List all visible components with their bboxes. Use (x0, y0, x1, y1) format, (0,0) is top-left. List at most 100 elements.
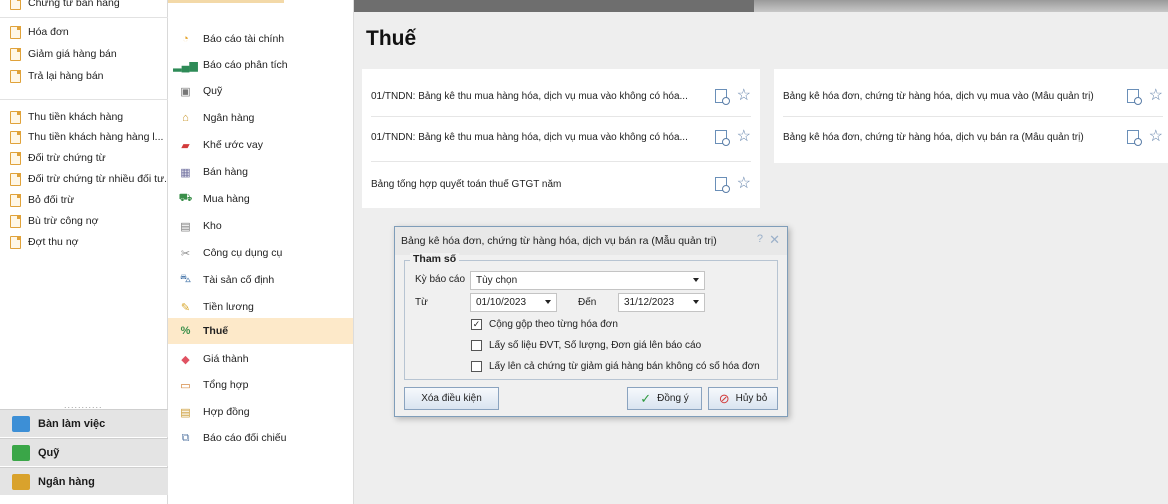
contract-icon: ▤ (180, 406, 191, 419)
to-date-field[interactable]: 31/12/2023 (618, 293, 705, 312)
star-icon[interactable]: ☆ (1149, 129, 1163, 145)
report-row[interactable]: 01/TNDN: Bảng kê thu mua hàng hóa, dịch … (371, 115, 751, 159)
sales-icon: ▦ (180, 166, 191, 179)
list-item[interactable]: Đối trừ chứng từ (10, 149, 166, 167)
list-item[interactable]: Đợt thu nợ (10, 233, 166, 251)
menu-item-loan[interactable]: ▰ Khế ước vay (168, 132, 353, 158)
list-item[interactable]: Thu tiền khách hàng (10, 108, 166, 126)
check-icon: ✓ (640, 390, 652, 406)
bank-icon (12, 473, 30, 490)
checkbox[interactable] (471, 361, 482, 372)
compare-icon: ⧉ (181, 431, 190, 444)
menu-item-bank[interactable]: ⌂ Ngân hàng (168, 105, 353, 131)
menu-item-cash[interactable]: ▣ Quỹ (168, 78, 353, 104)
report-row[interactable]: 01/TNDN: Bảng kê thu mua hàng hóa, dịch … (371, 74, 751, 118)
preview-icon[interactable] (714, 130, 730, 146)
checkbox-include-discount-docs[interactable]: Lấy lên cả chứng từ giảm giá hàng bán kh… (471, 361, 760, 372)
list-item[interactable]: Thu tiền khách hàng hàng l... (10, 128, 166, 146)
dialog-title: Bảng kê hóa đơn, chứng từ hàng hóa, dịch… (395, 227, 787, 255)
cash-icon (12, 444, 30, 461)
period-label: Kỳ báo cáo (415, 274, 466, 285)
list-item[interactable]: Bỏ đối trừ (10, 191, 166, 209)
params-group: Tham số Kỳ báo cáo Tùy chọn Từ 01/10/202… (404, 253, 778, 380)
preview-icon[interactable] (714, 89, 730, 105)
car-icon: ⛍ (179, 273, 192, 285)
menu-item-salary[interactable]: ✎ Tiền lương (168, 294, 353, 320)
list-item[interactable]: Đối trừ chứng từ nhiều đối tư... (10, 170, 166, 188)
help-icon[interactable]: ? (757, 233, 763, 245)
bar-chart-icon: ▂▄▆ (173, 59, 198, 72)
ok-button[interactable]: ✓ Đồng ý (627, 387, 702, 410)
menu-item-warehouse[interactable]: ▤ Kho (168, 213, 353, 239)
menu-item-tax[interactable]: % Thuế (168, 318, 353, 344)
menu-item-cost[interactable]: ◆ Giá thành (168, 346, 353, 372)
chevron-down-icon (693, 300, 699, 304)
document-icon (10, 0, 21, 10)
star-icon[interactable]: ☆ (737, 88, 751, 104)
clear-conditions-button[interactable]: Xóa điều kiện (404, 387, 499, 410)
chevron-down-icon (693, 278, 699, 282)
period-select[interactable]: Tùy chọn (470, 271, 705, 290)
document-icon (10, 47, 21, 61)
checkbox-group-by-invoice[interactable]: ✓ Cộng gộp theo từng hóa đơn (471, 319, 618, 330)
pie-chart-icon: ◔ (182, 33, 189, 45)
nav-desktop[interactable]: Bàn làm việc (0, 409, 168, 437)
document-icon (10, 130, 21, 144)
menu-item-sales[interactable]: ▦ Bán hàng (168, 159, 353, 185)
close-icon[interactable]: ✕ (769, 232, 780, 248)
document-icon (10, 172, 21, 186)
menu-item-fixed-assets[interactable]: ⛍ Tài sản cố định (168, 267, 353, 293)
top-bar (354, 0, 1168, 12)
menu-item-contract[interactable]: ▤ Hợp đồng (168, 399, 353, 425)
list-item-discount[interactable]: Giảm giá hàng bán (10, 45, 166, 63)
from-label: Từ (415, 297, 428, 308)
preview-icon[interactable] (714, 177, 730, 193)
menu-item-analysis-report[interactable]: ▂▄▆ Báo cáo phân tích (168, 52, 353, 78)
menu-item-financial-report[interactable]: ◔ Báo cáo tài chính (168, 26, 353, 52)
from-date-field[interactable]: 01/10/2023 (470, 293, 557, 312)
star-icon[interactable]: ☆ (737, 129, 751, 145)
preview-icon[interactable] (1126, 130, 1142, 146)
list-item[interactable]: Bù trừ công nợ (10, 212, 166, 230)
star-icon[interactable]: ☆ (1149, 88, 1163, 104)
warehouse-icon: ▤ (180, 220, 191, 233)
report-row[interactable]: Bảng tổng hợp quyết toán thuế GTGT năm ☆ (371, 162, 751, 206)
tax-icon: % (180, 325, 191, 337)
document-icon (10, 214, 21, 228)
menu-item-tools[interactable]: ✂ Công cụ dụng cụ (168, 240, 353, 266)
cancel-icon: ⊘ (718, 390, 730, 406)
report-category-menu: ◔ Báo cáo tài chính ▂▄▆ Báo cáo phân tíc… (168, 0, 354, 504)
chart-trend-icon (12, 415, 30, 432)
nav-bank[interactable]: Ngân hàng (0, 467, 168, 495)
page-title: Thuế (366, 27, 417, 50)
preview-icon[interactable] (1126, 89, 1142, 105)
checkbox[interactable] (471, 340, 482, 351)
left-panel: Chứng từ bán hàng Hóa đơn Giảm giá hàng … (0, 0, 168, 504)
to-label: Đến (578, 297, 597, 308)
price-tag-icon: ◆ (181, 353, 190, 366)
star-icon[interactable]: ☆ (737, 176, 751, 192)
checkbox-unit-quantity-price[interactable]: Lấy số liệu ĐVT, Số lượng, Đơn giá lên b… (471, 340, 701, 351)
menu-item-summary[interactable]: ▭ Tổng hợp (168, 372, 353, 398)
divider (0, 17, 168, 18)
document-icon (10, 193, 21, 207)
safe-icon: ▣ (180, 85, 191, 98)
list-item-invoice[interactable]: Hóa đơn (10, 23, 166, 41)
loan-icon: ▰ (181, 139, 190, 152)
divider (0, 99, 168, 100)
document-icon (10, 151, 21, 165)
report-row[interactable]: Bảng kê hóa đơn, chứng từ hàng hóa, dịch… (783, 115, 1163, 159)
tools-icon: ✂ (180, 247, 191, 260)
checkbox-checked[interactable]: ✓ (471, 319, 482, 330)
list-item-return[interactable]: Trả lại hàng bán (10, 67, 166, 85)
list-item[interactable]: Chứng từ bán hàng (10, 0, 166, 12)
nav-cash[interactable]: Quỹ (0, 438, 168, 466)
report-row[interactable]: Bảng kê hóa đơn, chứng từ hàng hóa, dịch… (783, 74, 1163, 118)
menu-item-reconciliation[interactable]: ⧉ Báo cáo đối chiếu (168, 425, 353, 451)
menu-top-accent (168, 0, 284, 3)
group-label: Tham số (410, 253, 460, 265)
bank-icon: ⌂ (182, 112, 189, 124)
menu-item-purchase[interactable]: ⛟ Mua hàng (168, 186, 353, 212)
cancel-button[interactable]: ⊘ Hủy bỏ (708, 387, 778, 410)
document-icon (10, 235, 21, 249)
